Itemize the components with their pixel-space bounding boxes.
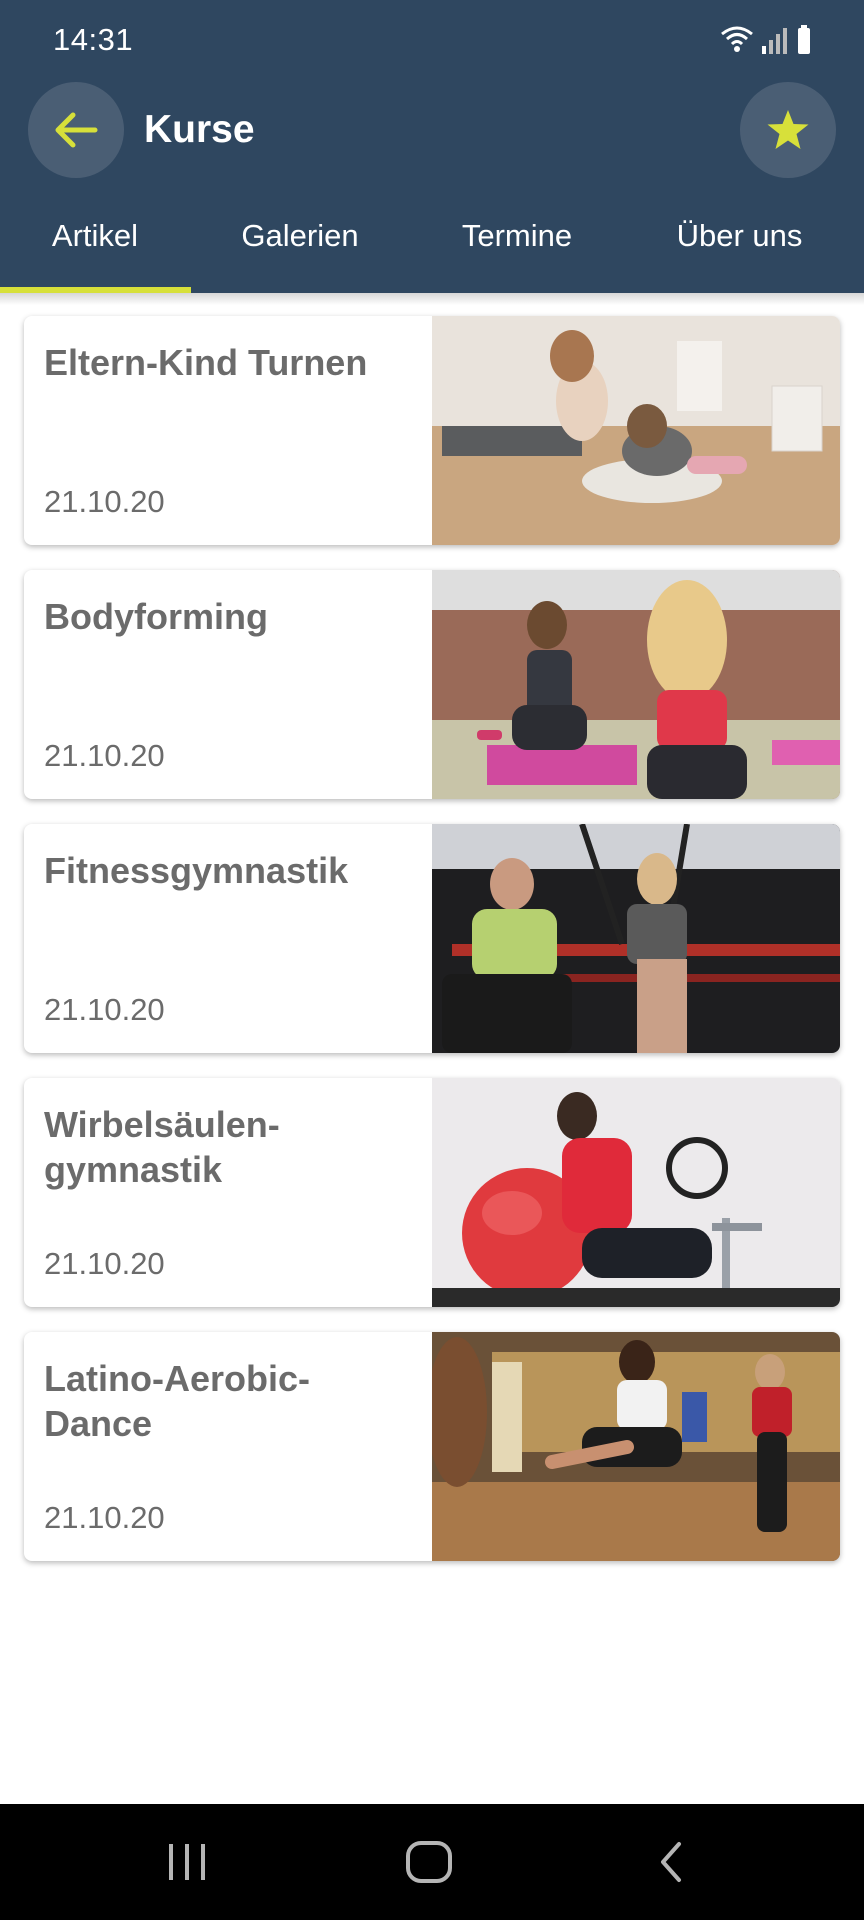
chevron-left-icon <box>661 1842 681 1882</box>
star-icon <box>767 110 809 149</box>
battery-icon <box>798 25 810 54</box>
status-icons <box>720 24 812 56</box>
system-navigation-bar <box>0 1804 864 1920</box>
article-card[interactable]: Wirbelsäulen-gymnastik 21.10.20 <box>24 1078 840 1307</box>
home-icon <box>406 1841 452 1883</box>
article-card[interactable]: Bodyforming 21.10.20 <box>24 570 840 799</box>
article-title: Eltern-Kind Turnen <box>44 342 368 383</box>
article-title: Fitnessgymnastik <box>44 850 349 891</box>
article-date: 21.10.20 <box>44 1246 165 1281</box>
article-card[interactable]: Latino-Aerobic-Dance 21.10.20 <box>24 1332 840 1561</box>
system-back-button[interactable] <box>642 1832 702 1892</box>
arrow-left-icon <box>55 112 98 148</box>
favorite-button[interactable] <box>740 82 836 178</box>
recent-apps-button[interactable] <box>157 1832 217 1892</box>
article-image <box>432 1078 840 1307</box>
home-button[interactable] <box>399 1832 459 1892</box>
article-image <box>432 824 840 1053</box>
wifi-icon <box>721 26 753 52</box>
back-button[interactable] <box>28 82 124 178</box>
recent-apps-icon <box>169 1844 205 1880</box>
article-title: Bodyforming <box>44 596 268 637</box>
tab-termine[interactable]: Termine <box>442 218 592 278</box>
article-image <box>432 570 840 799</box>
article-date: 21.10.20 <box>44 992 165 1027</box>
article-card[interactable]: Eltern-Kind Turnen 21.10.20 <box>24 316 840 545</box>
tab-ueber-uns[interactable]: Über uns <box>662 218 817 278</box>
article-card[interactable]: Fitnessgymnastik 21.10.20 <box>24 824 840 1053</box>
article-image <box>432 1332 840 1561</box>
article-title: Latino-Aerobic-Dance <box>44 1358 310 1444</box>
article-image <box>432 316 840 545</box>
tab-galerien[interactable]: Galerien <box>225 218 375 278</box>
article-date: 21.10.20 <box>44 1500 165 1535</box>
app-bar: 14:31 Kurse Artikel Galerien Termine Übe… <box>0 0 864 293</box>
article-date: 21.10.20 <box>44 484 165 519</box>
article-title: Wirbelsäulen-gymnastik <box>44 1104 280 1190</box>
tab-bar: Artikel Galerien Termine Über uns <box>0 200 864 293</box>
tab-artikel[interactable]: Artikel <box>30 218 160 278</box>
page-title: Kurse <box>144 108 255 151</box>
appbar-shadow <box>0 293 864 305</box>
article-date: 21.10.20 <box>44 738 165 773</box>
signal-icon <box>762 28 787 54</box>
status-time: 14:31 <box>53 22 134 57</box>
